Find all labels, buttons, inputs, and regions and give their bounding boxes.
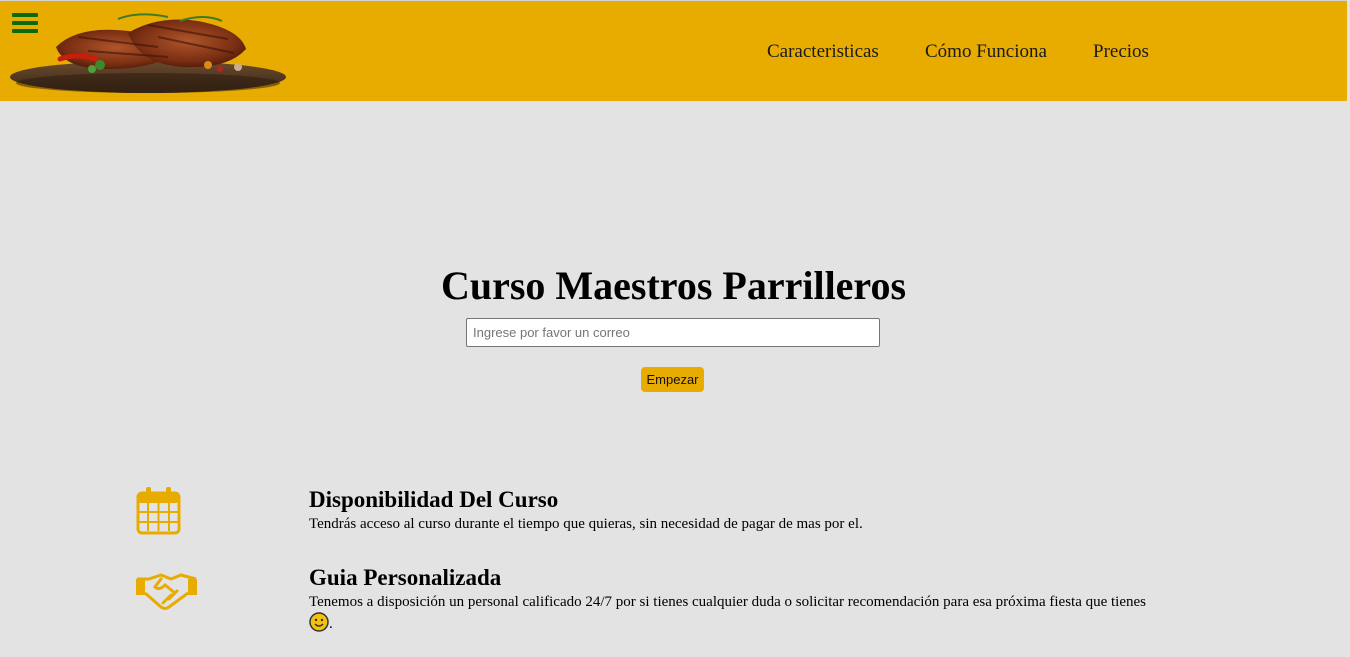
feature-description: Tendrás acceso al curso durante el tiemp… <box>309 516 863 532</box>
handshake-icon <box>136 573 197 610</box>
feature-title: Disponibilidad Del Curso <box>309 487 559 512</box>
feature-description-end: . <box>329 616 333 632</box>
calendar-icon <box>136 487 181 535</box>
feature-description: Tenemos a disposición un personal califi… <box>309 592 1214 634</box>
email-input[interactable] <box>466 318 880 347</box>
site-header: Caracteristicas Cómo Funciona Precios <box>0 0 1347 101</box>
nav-link-caracteristicas[interactable]: Caracteristicas <box>767 41 879 63</box>
smiley-emoji-icon <box>309 612 329 632</box>
hero-title: Curso Maestros Parrilleros <box>440 263 907 308</box>
feature-description-text: Tenemos a disposición un personal califi… <box>309 594 1147 610</box>
grilled-meat-logo <box>10 13 286 93</box>
nav-link-precios[interactable]: Precios <box>1093 41 1149 63</box>
feature-title: Guia Personalizada <box>309 565 502 590</box>
hamburger-menu-icon[interactable] <box>10 9 44 39</box>
nav-link-como-funciona[interactable]: Cómo Funciona <box>925 41 1047 63</box>
start-button[interactable]: Empezar <box>641 367 704 392</box>
